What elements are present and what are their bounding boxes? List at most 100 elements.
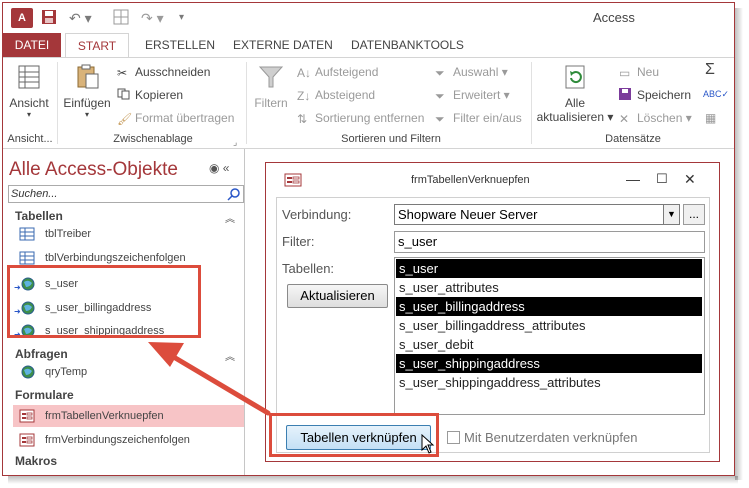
grid-icon[interactable]: [113, 9, 129, 29]
verbindung-label: Verbindung:: [282, 207, 352, 222]
table-list-item[interactable]: s_user_shippingaddress_attributes: [396, 373, 702, 392]
title-bar: A ↶ ▾ ↷ ▾ ▾ Access: [3, 3, 734, 33]
copy-icon: [117, 88, 131, 100]
kopieren-label: Kopieren: [135, 88, 184, 102]
undo-icon[interactable]: ↶ ▾: [69, 9, 92, 27]
sum-icon[interactable]: Σ: [705, 62, 715, 78]
ausschneiden-label: Ausschneiden: [135, 65, 211, 79]
maximize-icon[interactable]: ☐: [656, 171, 668, 187]
tab-datenbanktools[interactable]: DATENBANKTOOLS: [343, 33, 472, 57]
form-icon: [19, 409, 35, 423]
nav-item-frmtabellenverknuepfen[interactable]: frmTabellenVerknuepfen: [13, 405, 244, 427]
dialog-launcher-icon[interactable]: ⌟: [233, 134, 237, 150]
tab-start[interactable]: START: [65, 33, 129, 58]
auswahl-button[interactable]: ⏷ Auswahl ▾: [435, 64, 508, 80]
more-icon[interactable]: ▦: [705, 110, 716, 126]
format-uebertragen-button[interactable]: 🖌 Format übertragen: [117, 110, 234, 126]
nav-category-abfragen[interactable]: Abfragen: [15, 347, 68, 361]
filtern-label: Filtern: [254, 96, 288, 110]
customize-toolbar-icon[interactable]: ▾: [179, 9, 184, 27]
format-painter-icon: 🖌: [117, 112, 133, 126]
table-list-item[interactable]: s_user_debit: [396, 335, 702, 354]
save-icon[interactable]: [41, 9, 57, 29]
kopieren-button[interactable]: Kopieren: [117, 87, 183, 103]
highlight-box-verknuepfen: [269, 413, 439, 457]
benutzerdaten-label: Mit Benutzerdaten verknüpfen: [464, 430, 638, 445]
neu-label: Neu: [637, 65, 660, 79]
query-globe-icon: [21, 365, 35, 379]
erweitert-button[interactable]: ⏷ Erweitert ▾: [435, 87, 510, 103]
nav-title: Alle Access-Objekte: [9, 159, 178, 180]
nav-item-frmverbindungszeichenfolgen[interactable]: frmVerbindungszeichenfolgen: [13, 429, 244, 451]
verbindung-ellipsis-button[interactable]: ...: [683, 204, 705, 225]
filter-icon: [258, 66, 284, 88]
redo-icon[interactable]: ↷ ▾: [141, 9, 164, 27]
ribbon: Ansicht ▾ Ansicht... Einfügen ▾ ✂ Ausschn…: [3, 57, 734, 150]
scissors-icon: ✂: [117, 66, 128, 80]
nav-item-label: tblTreiber: [45, 228, 92, 240]
filter-input[interactable]: s_user: [394, 231, 705, 253]
highlight-box-linked-tables: [7, 265, 201, 338]
aufsteigend-button[interactable]: A↓ Aufsteigend: [297, 64, 378, 80]
erweitert-label: Erweitert: [453, 88, 501, 102]
group-label-datensaetze: Datensätze: [605, 133, 661, 145]
absteigend-button[interactable]: Z↓ Absteigend: [297, 87, 375, 103]
spelling-icon[interactable]: ABC✓: [703, 86, 729, 102]
loeschen-button[interactable]: ✕ Löschen ▾: [619, 110, 692, 126]
nav-menu-icon[interactable]: ◉ «: [209, 161, 229, 175]
verbindung-combobox[interactable]: Shopware Neuer Server ▼: [394, 204, 680, 225]
table-list-item[interactable]: s_user: [396, 259, 702, 278]
aufsteigend-label: Aufsteigend: [315, 65, 379, 79]
form-title: frmTabellenVerknuepfen: [411, 174, 530, 186]
table-icon: [19, 251, 35, 265]
sortierung-entfernen-label: Sortierung entfernen: [315, 111, 425, 125]
speichern-label: Speichern: [637, 88, 692, 102]
nav-item-tbltreiber[interactable]: tblTreiber: [13, 223, 244, 245]
nav-search-placeholder: Suchen...: [11, 188, 58, 200]
table-list-item[interactable]: s_user_attributes: [396, 278, 702, 297]
tab-erstellen[interactable]: ERSTELLEN: [137, 33, 223, 57]
tabellen-listbox[interactable]: s_user s_user_attributes s_user_billinga…: [394, 257, 705, 415]
sortierung-entfernen-button[interactable]: ⇅ Sortierung entfernen: [297, 110, 424, 126]
table-list-item[interactable]: s_user_billingaddress: [396, 297, 702, 316]
tab-datei[interactable]: DATEI: [3, 33, 61, 57]
einfuegen-label: Einfügen: [63, 96, 111, 110]
benutzerdaten-checkbox[interactable]: [447, 431, 460, 444]
access-logo-icon: A: [11, 8, 33, 28]
auswahl-label: Auswahl: [453, 65, 499, 79]
filtern-button[interactable]: Filtern: [251, 64, 291, 110]
nav-category-makros[interactable]: Makros: [15, 454, 57, 468]
sort-ascending-icon: A↓: [297, 66, 312, 80]
nav-search-input[interactable]: Suchen...: [8, 185, 244, 203]
save-record-icon: [619, 88, 633, 100]
format-uebertragen-label: Format übertragen: [135, 111, 235, 125]
table-list-item[interactable]: s_user_shippingaddress: [396, 354, 702, 373]
chevron-down-icon[interactable]: ▼: [663, 205, 679, 224]
filter-ein-aus-button[interactable]: ⏷ Filter ein/aus: [435, 110, 522, 126]
group-divider: [57, 62, 58, 144]
delete-icon: ✕: [619, 112, 630, 126]
ausschneiden-button[interactable]: ✂ Ausschneiden: [117, 64, 210, 80]
close-icon[interactable]: ✕: [684, 171, 696, 188]
alle-label: Alle: [564, 96, 585, 110]
search-icon[interactable]: [227, 187, 241, 201]
ansicht-label: Ansicht: [9, 96, 49, 110]
neu-button[interactable]: ▭ Neu: [619, 64, 659, 80]
table-list-item[interactable]: s_user_billingaddress_attributes: [396, 316, 702, 335]
advanced-filter-icon: ⏷: [435, 89, 445, 103]
group-label-sortieren: Sortieren und Filtern: [341, 133, 441, 145]
einfuegen-button[interactable]: Einfügen ▾: [61, 64, 113, 119]
tab-externe-daten[interactable]: EXTERNE DATEN: [225, 33, 341, 57]
minimize-icon[interactable]: —: [626, 171, 640, 187]
nav-category-formulare[interactable]: Formulare: [15, 388, 74, 402]
alle-aktualisieren-button[interactable]: Alle aktualisieren ▾: [535, 64, 615, 124]
ansicht-button[interactable]: Ansicht ▾: [7, 64, 51, 119]
speichern-button[interactable]: Speichern: [619, 87, 691, 103]
form-icon: [284, 173, 302, 187]
aktualisieren-button[interactable]: Aktualisieren: [287, 284, 388, 308]
nav-category-tabellen[interactable]: Tabellen: [15, 209, 63, 223]
nav-item-qrytemp[interactable]: qryTemp: [13, 361, 244, 383]
refresh-icon: [565, 65, 585, 89]
window-shadow-bottom: [8, 476, 738, 484]
filter-label: Filter:: [282, 234, 315, 249]
